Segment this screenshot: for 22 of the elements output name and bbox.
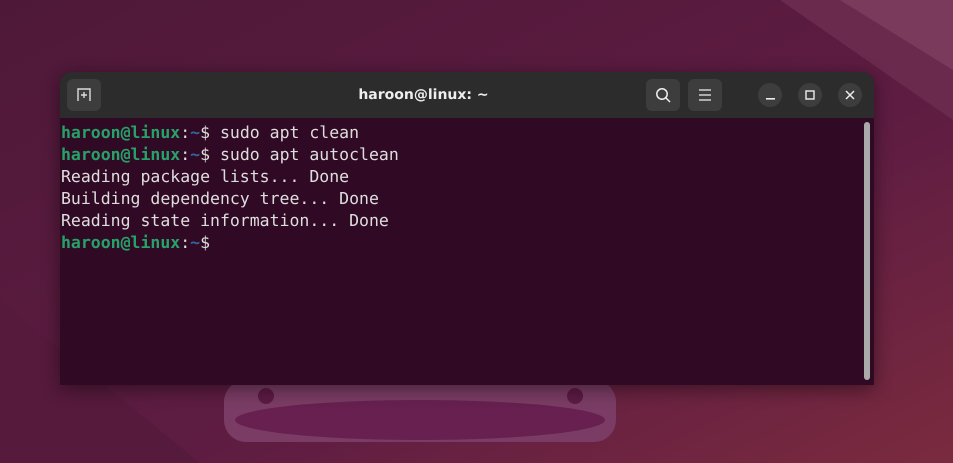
- command-text: sudo apt autoclean: [218, 145, 399, 164]
- menu-button[interactable]: [688, 79, 722, 111]
- search-button[interactable]: [646, 79, 680, 111]
- output-text: Building dependency tree... Done: [61, 189, 379, 208]
- new-tab-icon: [77, 88, 91, 102]
- maximize-button[interactable]: [798, 83, 822, 107]
- window-title: haroon@linux: ~: [357, 87, 490, 103]
- command-text: sudo apt clean: [218, 123, 360, 142]
- new-tab-button[interactable]: [67, 79, 101, 111]
- scrollbar[interactable]: [864, 122, 870, 380]
- close-button[interactable]: [838, 83, 862, 107]
- search-icon: [655, 87, 671, 103]
- prompt-text: haroon@linux:~$: [61, 123, 210, 142]
- output-text: Reading package lists... Done: [61, 167, 350, 186]
- minimize-icon: [766, 98, 774, 100]
- prompt-text: haroon@linux:~$: [61, 145, 210, 164]
- minimize-button[interactable]: [758, 83, 782, 107]
- menu-icon: [698, 89, 712, 101]
- output-text: Reading state information... Done: [61, 211, 389, 230]
- close-icon: [845, 90, 855, 100]
- prompt-text: haroon@linux:~$: [61, 233, 210, 252]
- maximize-icon: [805, 90, 815, 100]
